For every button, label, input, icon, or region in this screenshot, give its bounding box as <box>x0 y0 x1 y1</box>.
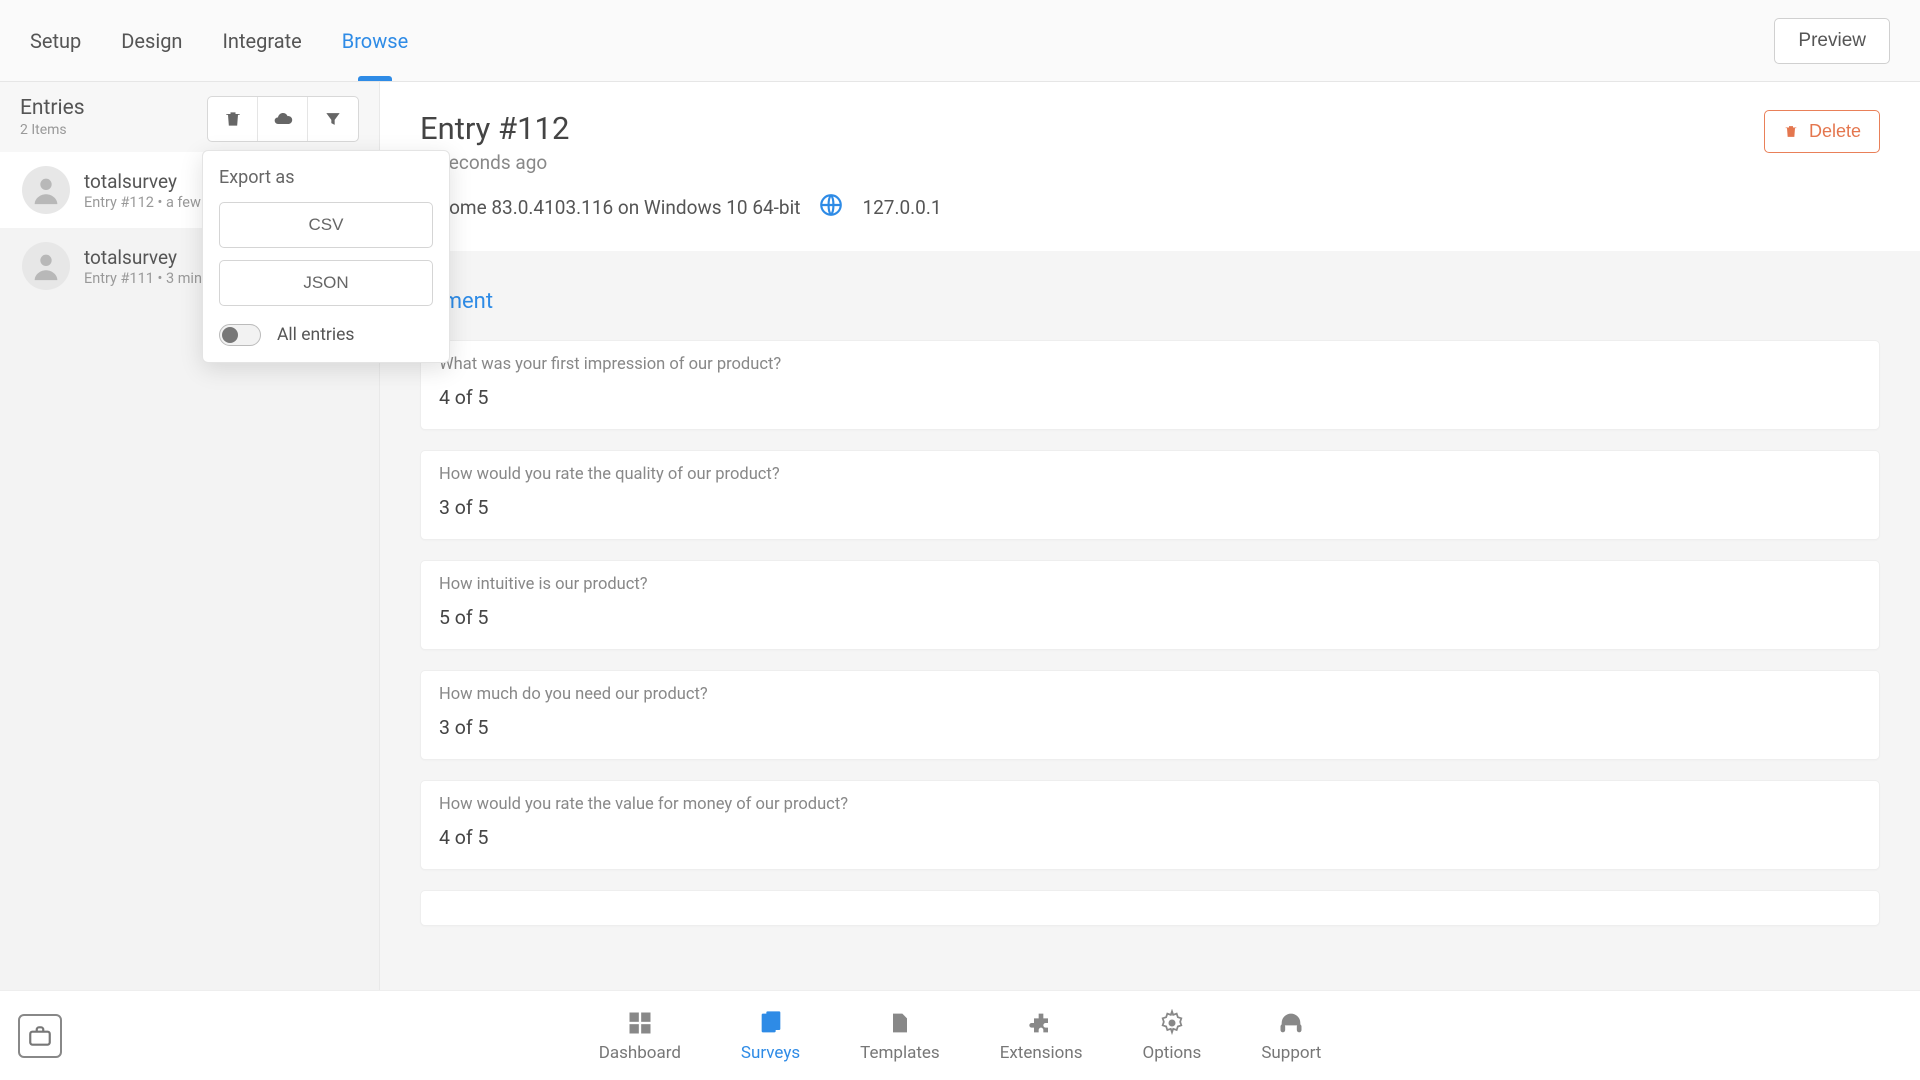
delete-icon <box>1783 123 1799 140</box>
nav-extensions[interactable]: Extensions <box>1000 1009 1083 1063</box>
sidebar-actions <box>207 96 359 142</box>
ip-text: 127.0.0.1 <box>862 196 941 219</box>
entry-meta-row: Chrome 83.0.4103.116 on Windows 10 64-bi… <box>420 192 1880 223</box>
tab-setup[interactable]: Setup <box>30 0 81 81</box>
question: How much do you need our product? <box>439 685 1861 704</box>
export-json-button[interactable]: JSON <box>219 260 433 306</box>
answer: 4 of 5 <box>439 826 1861 849</box>
nav-options[interactable]: Options <box>1143 1009 1202 1063</box>
entry-title: Entry #112 <box>420 110 569 147</box>
answer: 5 of 5 <box>439 606 1861 629</box>
export-button[interactable] <box>258 97 308 141</box>
entry-detail: Entry #112 w seconds ago Delete Chrome 8… <box>380 82 1920 990</box>
tab-browse[interactable]: Browse <box>342 0 408 81</box>
qa-card: How would you rate the quality of our pr… <box>420 450 1880 540</box>
options-icon <box>1158 1009 1186 1037</box>
preview-button[interactable]: Preview <box>1774 18 1890 64</box>
user-icon <box>29 249 63 283</box>
briefcase-button[interactable] <box>18 1014 62 1058</box>
globe-icon <box>818 192 844 223</box>
delete-label: Delete <box>1809 121 1861 142</box>
nav-label: Extensions <box>1000 1043 1083 1063</box>
all-entries-toggle[interactable] <box>219 324 261 346</box>
dashboard-icon <box>626 1009 654 1037</box>
filter-icon <box>323 109 343 129</box>
nav-label: Dashboard <box>599 1043 681 1063</box>
entry-meta: Entry #112 • a few <box>84 194 201 211</box>
answer: 3 of 5 <box>439 496 1861 519</box>
nav-label: Options <box>1143 1043 1202 1063</box>
question <box>439 905 1861 924</box>
surveys-icon <box>757 1009 785 1037</box>
user-icon <box>29 173 63 207</box>
qa-card: What was your first impression of our pr… <box>420 340 1880 430</box>
question: How intuitive is our product? <box>439 575 1861 594</box>
tab-integrate[interactable]: Integrate <box>222 0 301 81</box>
nav-dashboard[interactable]: Dashboard <box>599 1009 681 1063</box>
toggle-label: All entries <box>277 325 354 345</box>
top-nav: Setup Design Integrate Browse Preview <box>0 0 1920 82</box>
qa-card: How would you rate the value for money o… <box>420 780 1880 870</box>
nav-support[interactable]: Support <box>1261 1009 1321 1063</box>
nav-label: Surveys <box>741 1043 800 1063</box>
trash-icon <box>223 109 243 129</box>
entry-meta: Entry #111 • 3 min <box>84 270 202 287</box>
sidebar-head: Entries 2 Items <box>0 82 379 152</box>
question: How would you rate the value for money o… <box>439 795 1861 814</box>
sidebar-title: Entries <box>20 96 85 120</box>
answer: 3 of 5 <box>439 716 1861 739</box>
tab-design[interactable]: Design <box>121 0 182 81</box>
export-csv-button[interactable]: CSV <box>219 202 433 248</box>
qa-card: How much do you need our product? 3 of 5 <box>420 670 1880 760</box>
delete-button[interactable]: Delete <box>1764 110 1880 153</box>
support-icon <box>1277 1009 1305 1037</box>
entry-user: totalsurvey <box>84 170 201 193</box>
all-entries-toggle-row: All entries <box>219 324 433 346</box>
browser-info: Chrome 83.0.4103.116 on Windows 10 64-bi… <box>420 196 800 219</box>
answer: 4 of 5 <box>439 386 1861 409</box>
top-tabs: Setup Design Integrate Browse <box>30 0 408 81</box>
avatar <box>22 166 70 214</box>
cloud-download-icon <box>273 109 293 129</box>
export-title: Export as <box>219 167 433 188</box>
extensions-icon <box>1027 1009 1055 1037</box>
qa-card-partial <box>420 890 1880 926</box>
bottom-nav: Dashboard Surveys Templates Extensions O… <box>0 990 1920 1080</box>
section-assessment: ssment What was your first impression of… <box>420 289 1880 926</box>
qa-card: How intuitive is our product? 5 of 5 <box>420 560 1880 650</box>
filter-button[interactable] <box>308 97 358 141</box>
sidebar-subtitle: 2 Items <box>20 122 85 138</box>
entry-head: Entry #112 w seconds ago Delete <box>420 110 1880 174</box>
browser-text: Chrome 83.0.4103.116 on Windows 10 64-bi… <box>420 196 800 219</box>
nav-surveys[interactable]: Surveys <box>741 1009 800 1063</box>
toggle-knob <box>222 327 238 343</box>
avatar <box>22 242 70 290</box>
section-title: ssment <box>420 289 1880 314</box>
question: How would you rate the quality of our pr… <box>439 465 1861 484</box>
question: What was your first impression of our pr… <box>439 355 1861 374</box>
export-popover: Export as CSV JSON All entries <box>202 150 450 363</box>
nav-label: Support <box>1261 1043 1321 1063</box>
trash-button[interactable] <box>208 97 258 141</box>
briefcase-icon <box>27 1023 53 1049</box>
nav-label: Templates <box>860 1043 940 1063</box>
templates-icon <box>886 1009 914 1037</box>
entry-user: totalsurvey <box>84 246 202 269</box>
nav-templates[interactable]: Templates <box>860 1009 940 1063</box>
